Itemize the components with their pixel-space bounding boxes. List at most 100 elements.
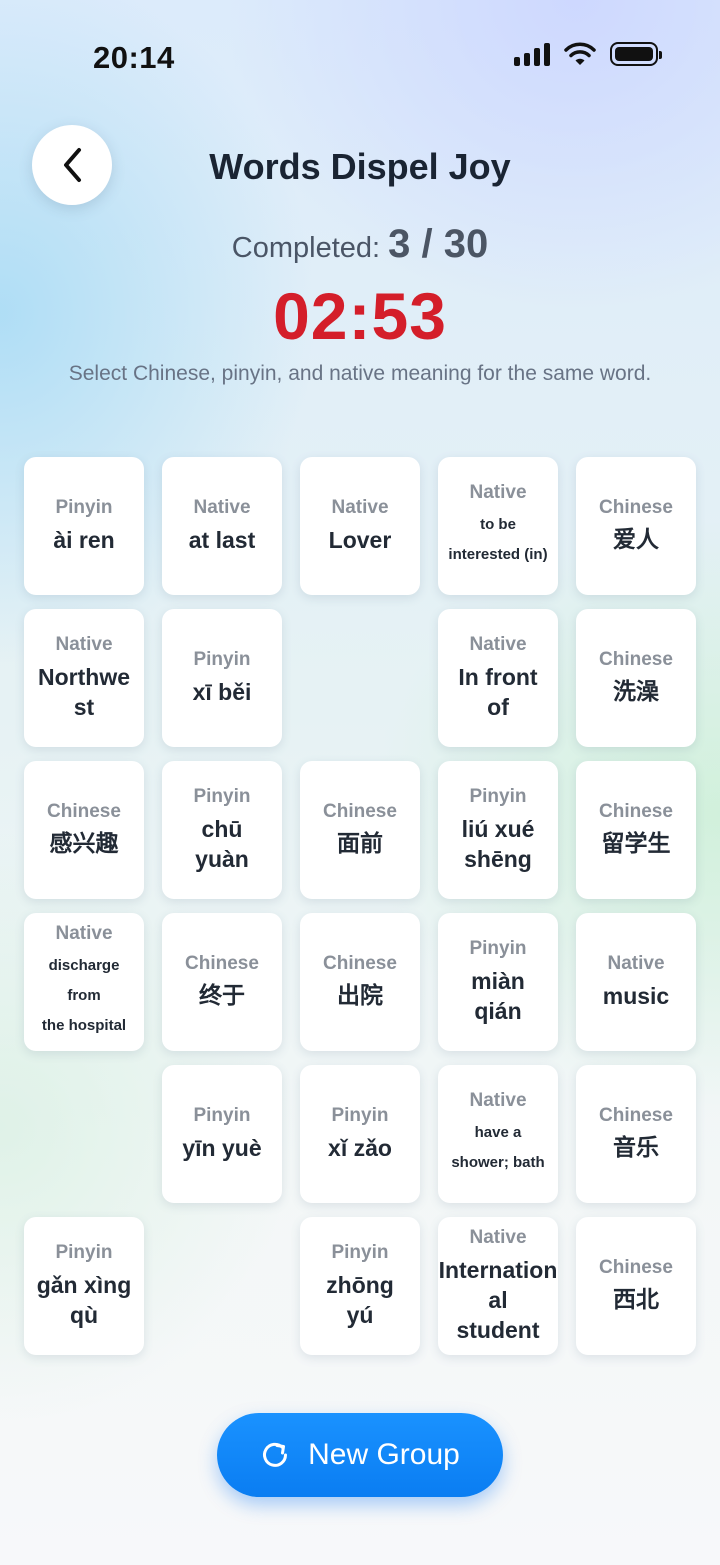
- card-category-label: Native: [607, 953, 665, 974]
- card-category-label: Native: [55, 634, 113, 655]
- word-card-native[interactable]: Native Lover: [300, 457, 420, 595]
- card-word: 出院: [337, 983, 383, 1009]
- word-card-native[interactable]: Native discharge from the hospital: [24, 913, 144, 1051]
- word-card-native[interactable]: Native to be interested (in): [438, 457, 558, 595]
- card-word: shower; bath: [451, 1154, 545, 1171]
- card-word: yú: [346, 1302, 374, 1328]
- word-card-chinese[interactable]: Chinese 出院: [300, 913, 420, 1051]
- card-word: st: [73, 694, 95, 720]
- word-card-pinyin[interactable]: Pinyin zhōng yú: [300, 1217, 420, 1355]
- card-category-label: Chinese: [599, 649, 673, 670]
- word-card-native[interactable]: Native In front of: [438, 609, 558, 747]
- card-word: music: [602, 983, 670, 1009]
- instructions-text: Select Chinese, pinyin, and native meani…: [68, 362, 652, 385]
- card-word: shēng: [464, 846, 532, 872]
- word-card-native[interactable]: Native Northwe st: [24, 609, 144, 747]
- card-category-label: Chinese: [47, 801, 121, 822]
- completed-value: 3 / 30: [388, 222, 489, 266]
- refresh-icon: [263, 1442, 288, 1467]
- card-word: 洗澡: [613, 679, 659, 705]
- card-word: Internation: [438, 1257, 558, 1283]
- card-word: xī běi: [192, 679, 252, 705]
- card-word: to be: [480, 516, 516, 533]
- card-word: qián: [474, 998, 522, 1024]
- word-card-pinyin[interactable]: Pinyin ài ren: [24, 457, 144, 595]
- battery-icon: [610, 42, 662, 66]
- card-word: 面前: [337, 831, 383, 857]
- word-card-native[interactable]: Native have a shower; bath: [438, 1065, 558, 1203]
- card-word: ài ren: [53, 527, 115, 553]
- word-card-chinese[interactable]: Chinese 西北: [576, 1217, 696, 1355]
- word-card-chinese[interactable]: Chinese 音乐: [576, 1065, 696, 1203]
- card-word: al student: [456, 1287, 540, 1343]
- word-card-pinyin[interactable]: Pinyin liú xué shēng: [438, 761, 558, 899]
- card-category-label: Pinyin: [331, 1105, 389, 1126]
- card-word: the hospital: [41, 1017, 127, 1034]
- card-word: 爱人: [613, 527, 659, 553]
- card-word: 音乐: [613, 1135, 659, 1161]
- card-category-label: Chinese: [599, 1105, 673, 1126]
- card-category-label: Pinyin: [469, 786, 527, 807]
- card-category-label: Chinese: [323, 953, 397, 974]
- word-card-native[interactable]: Native at last: [162, 457, 282, 595]
- card-category-label: Pinyin: [193, 786, 251, 807]
- status-bar: 20:14: [0, 0, 720, 110]
- word-card-chinese[interactable]: Chinese 洗澡: [576, 609, 696, 747]
- card-category-label: Pinyin: [331, 1242, 389, 1263]
- completed-label: Completed:: [231, 232, 389, 264]
- card-word: yīn yuè: [182, 1135, 262, 1161]
- word-card-chinese[interactable]: Chinese 留学生: [576, 761, 696, 899]
- word-card-pinyin[interactable]: Pinyin miàn qián: [438, 913, 558, 1051]
- word-card-native[interactable]: Native Internation al student: [438, 1217, 558, 1355]
- card-category-label: Chinese: [599, 1257, 673, 1278]
- card-category-label: Pinyin: [55, 497, 113, 518]
- card-word: of: [487, 694, 509, 720]
- word-card-pinyin[interactable]: Pinyin xǐ zǎo: [300, 1065, 420, 1203]
- word-card-pinyin[interactable]: Pinyin xī běi: [162, 609, 282, 747]
- card-word: qù: [69, 1302, 99, 1328]
- word-card-chinese[interactable]: Chinese 爱人: [576, 457, 696, 595]
- card-category-label: Pinyin: [193, 649, 251, 670]
- page-title: Words Dispel Joy: [209, 146, 511, 187]
- card-category-label: Native: [193, 497, 251, 518]
- new-group-button[interactable]: New Group: [217, 1413, 503, 1497]
- card-word: liú xué: [461, 816, 535, 842]
- card-category-label: Chinese: [599, 497, 673, 518]
- completed-progress: Completed: 3 / 30: [0, 222, 720, 267]
- card-word: miàn: [471, 968, 525, 994]
- card-word: chū: [201, 816, 243, 842]
- cellular-signal-icon: [514, 42, 550, 66]
- card-word: interested (in): [448, 546, 548, 563]
- card-word: gǎn xìng: [36, 1272, 132, 1298]
- card-category-label: Pinyin: [469, 938, 527, 959]
- card-category-label: Pinyin: [193, 1105, 251, 1126]
- word-card-chinese[interactable]: Chinese 面前: [300, 761, 420, 899]
- card-word: have a: [474, 1124, 522, 1141]
- card-category-label: Native: [469, 634, 527, 655]
- status-icons: [514, 42, 662, 66]
- card-word: Lover: [328, 527, 392, 553]
- card-word: Northwe: [38, 664, 130, 690]
- new-group-label: New Group: [308, 1438, 460, 1471]
- word-card-pinyin[interactable]: Pinyin chū yuàn: [162, 761, 282, 899]
- card-category-label: Native: [331, 497, 389, 518]
- card-category-label: Native: [55, 923, 113, 944]
- card-word: at last: [188, 527, 256, 553]
- card-word: discharge from: [48, 957, 120, 1004]
- status-time: 20:14: [93, 40, 175, 75]
- card-category-label: Pinyin: [55, 1242, 113, 1263]
- card-word: 留学生: [601, 831, 671, 857]
- card-category-label: Chinese: [323, 801, 397, 822]
- card-word: xǐ zǎo: [328, 1135, 392, 1161]
- card-word: In front: [458, 664, 538, 690]
- word-card-chinese[interactable]: Chinese 感兴趣: [24, 761, 144, 899]
- word-card-native[interactable]: Native music: [576, 913, 696, 1051]
- word-card-pinyin[interactable]: Pinyin gǎn xìng qù: [24, 1217, 144, 1355]
- word-card-chinese[interactable]: Chinese 终于: [162, 913, 282, 1051]
- card-word: 终于: [199, 983, 245, 1009]
- word-card-pinyin[interactable]: Pinyin yīn yuè: [162, 1065, 282, 1203]
- card-category-label: Chinese: [599, 801, 673, 822]
- wifi-icon: [564, 42, 596, 65]
- card-word: 感兴趣: [49, 831, 119, 857]
- card-category-label: Native: [469, 482, 527, 503]
